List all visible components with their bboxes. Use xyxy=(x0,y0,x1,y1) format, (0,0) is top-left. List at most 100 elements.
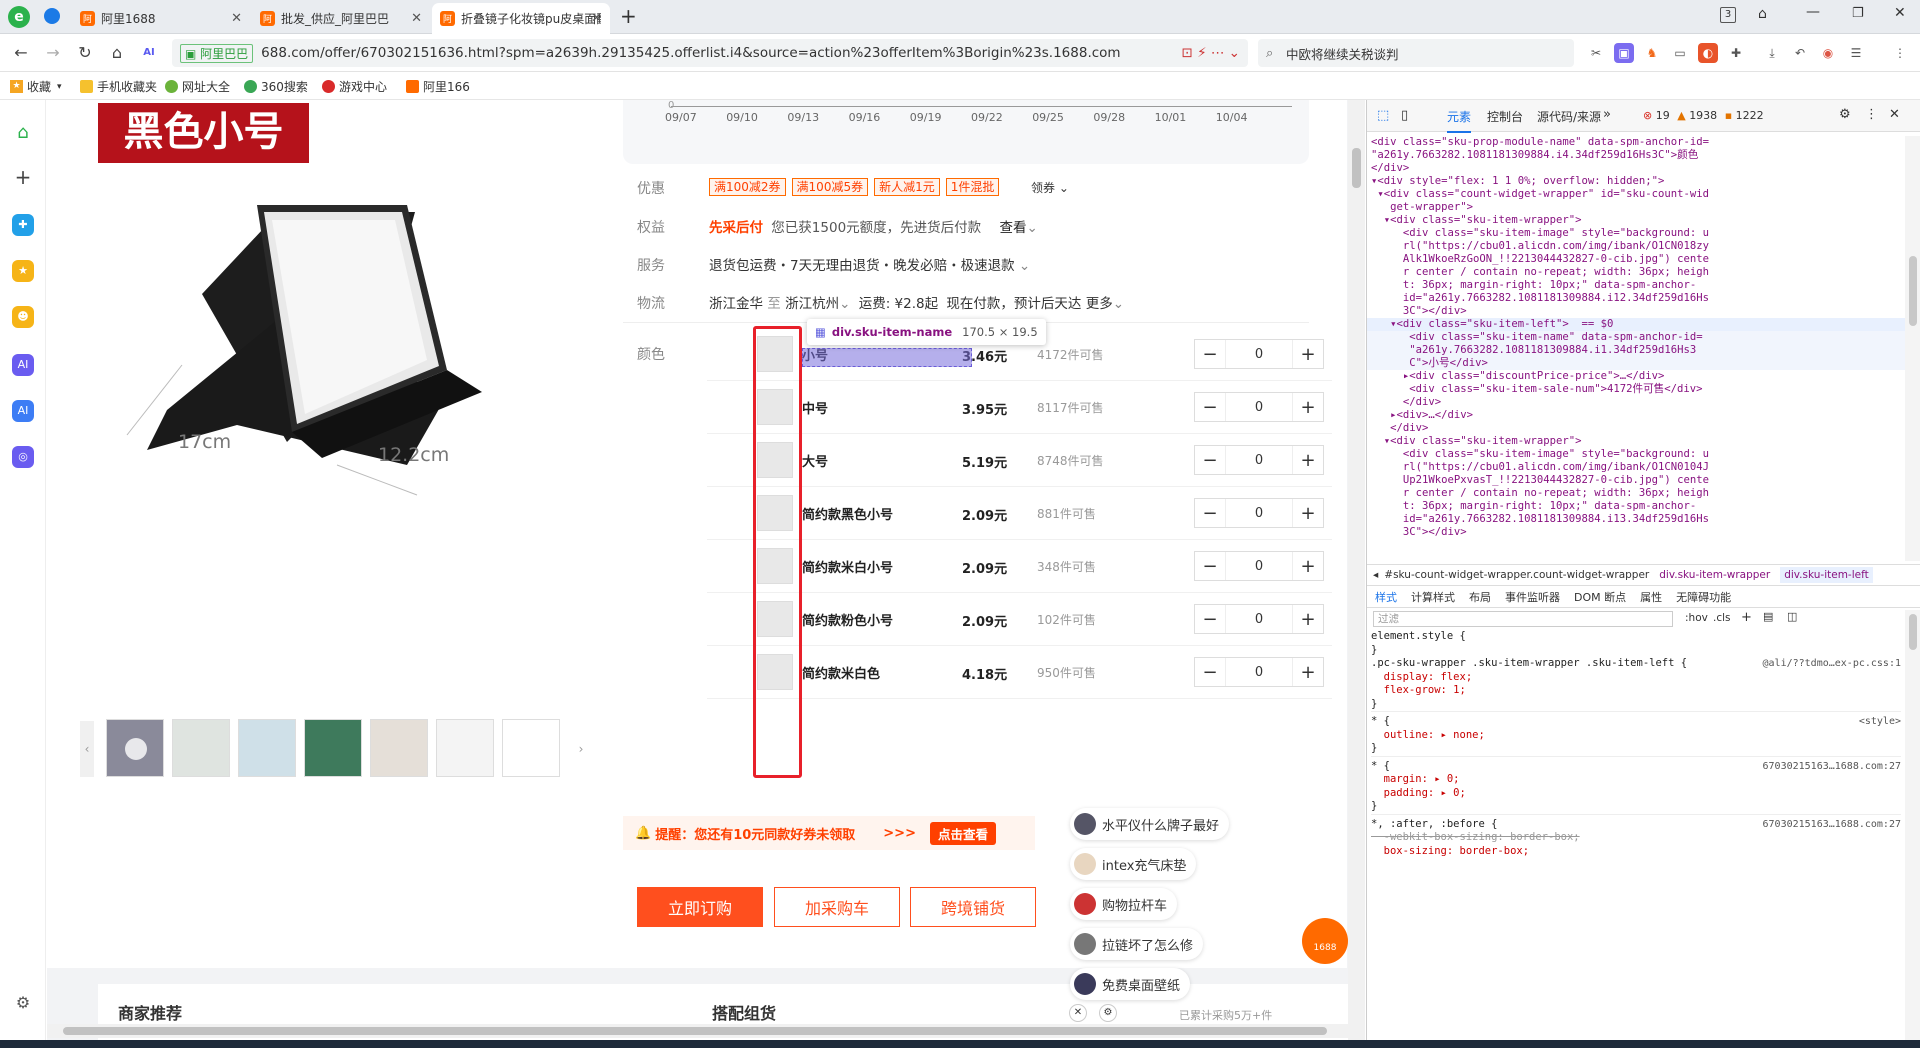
dom-line[interactable]: t: 36px; margin-right: 10px;" data-spm-a… xyxy=(1367,500,1905,513)
dom-line[interactable]: id="a261y.7663282.1081181309884.i12.34df… xyxy=(1367,292,1905,305)
dom-line[interactable]: ▾<div class="sku-item-left"> == $0 xyxy=(1367,318,1905,331)
styles-subtab[interactable]: DOM 断点 xyxy=(1574,589,1626,605)
css-rule-line[interactable]: } xyxy=(1371,644,1901,658)
dom-line[interactable]: "a261y.7663282.1081181309884.i4.34df259d… xyxy=(1367,149,1905,162)
css-rule-line[interactable]: padding: ▸ 0; xyxy=(1371,787,1901,801)
new-tab-button[interactable]: + xyxy=(620,4,637,28)
wuliu-more-link[interactable]: 更多 xyxy=(1086,296,1113,312)
app-icon[interactable]: ✚ xyxy=(12,214,34,236)
css-source-link[interactable]: @ali/??tdmo…ex-pc.css:1 xyxy=(1763,657,1901,671)
increment-button[interactable]: + xyxy=(1293,499,1323,527)
bookmark-item[interactable]: 手机收藏夹 xyxy=(80,78,157,95)
increment-button[interactable]: + xyxy=(1293,446,1323,474)
gear-icon[interactable]: ⚙ xyxy=(1839,107,1851,122)
decrement-button[interactable]: − xyxy=(1195,605,1225,633)
promo-tag[interactable]: 新人减1元 xyxy=(874,178,940,196)
quantity-input[interactable]: 0 xyxy=(1225,499,1293,527)
extension-icon[interactable]: ◐ xyxy=(1698,43,1718,63)
dom-line[interactable]: rl("https://cbu01.alicdn.com/img/ibank/O… xyxy=(1367,240,1905,253)
thumbnail[interactable] xyxy=(502,719,560,777)
thumbnail[interactable] xyxy=(304,719,362,777)
styles-subtab[interactable]: 事件监听器 xyxy=(1505,589,1560,605)
promo-tag[interactable]: 满100减5券 xyxy=(791,178,869,196)
search-input[interactable]: ⌕ 中欧将继续关税谈判 xyxy=(1258,39,1574,67)
decrement-button[interactable]: − xyxy=(1195,446,1225,474)
quantity-input[interactable]: 0 xyxy=(1225,393,1293,421)
css-rule-line[interactable]: * {67030215163…1688.com:27 xyxy=(1371,760,1901,774)
styles-subtab[interactable]: 无障碍功能 xyxy=(1676,589,1731,605)
dom-line[interactable]: 3C"></div> xyxy=(1367,305,1905,318)
dom-line[interactable]: ▾<div class="count-widget-wrapper" id="s… xyxy=(1367,188,1905,201)
tab-sources[interactable]: 源代码/来源 xyxy=(1537,108,1601,125)
bookmark-item[interactable]: 阿里166 xyxy=(406,78,470,95)
bookmark-item[interactable]: 游戏中心 xyxy=(322,78,387,95)
forward-icon[interactable]: → xyxy=(42,42,64,64)
thumbnail[interactable] xyxy=(436,719,494,777)
decrement-button[interactable]: − xyxy=(1195,340,1225,368)
css-rule-line[interactable]: } xyxy=(1371,800,1901,815)
url-bar[interactable]: ▣ 阿里巴巴 688.com/offer/670302151636.html?s… xyxy=(172,39,1248,67)
more-icon[interactable]: ⋮ xyxy=(1890,43,1910,63)
css-source-link[interactable]: <style> xyxy=(1859,715,1901,729)
back-icon[interactable]: ← xyxy=(10,42,32,64)
dom-line[interactable]: </div> xyxy=(1367,422,1905,435)
close-icon[interactable]: ✕ xyxy=(231,11,242,26)
quantity-input[interactable]: 0 xyxy=(1225,552,1293,580)
shirt-icon[interactable]: ⌂ xyxy=(1758,6,1767,22)
dom-line[interactable]: id="a261y.7663282.1081181309884.i13.34df… xyxy=(1367,513,1905,526)
kebab-icon[interactable]: ⋮ xyxy=(1865,107,1878,122)
hov-toggle[interactable]: :hov xyxy=(1685,612,1708,624)
sidebar-toggle-icon[interactable]: ◫ xyxy=(1787,610,1797,623)
css-rule-line[interactable]: * {<style> xyxy=(1371,715,1901,729)
settings-icon[interactable]: ⚙ xyxy=(1099,1004,1117,1022)
suggestion-item[interactable]: 免费桌面壁纸 xyxy=(1070,968,1191,1000)
dom-line[interactable]: 3C"></div> xyxy=(1367,526,1905,539)
increment-button[interactable]: + xyxy=(1293,658,1323,686)
reload-icon[interactable]: ↻ xyxy=(74,42,96,64)
inspect-element-icon[interactable]: ⬚ xyxy=(1377,108,1389,123)
css-rule-line[interactable]: box-sizing: border-box; xyxy=(1371,845,1901,859)
decrement-button[interactable]: − xyxy=(1195,499,1225,527)
reminder-button[interactable]: 点击查看 xyxy=(929,821,996,845)
scrollbar-thumb[interactable] xyxy=(1909,614,1917,650)
dom-line[interactable]: <div class="sku-item-image" style="backg… xyxy=(1367,227,1905,240)
puzzle-icon[interactable]: ✚ xyxy=(1726,43,1746,63)
decrement-button[interactable]: − xyxy=(1195,393,1225,421)
bot-icon[interactable]: ◎ xyxy=(12,446,34,468)
undo-icon[interactable]: ↶ xyxy=(1790,43,1810,63)
product-main-image[interactable] xyxy=(107,170,527,590)
fuwu-row[interactable]: 退货包运费・7天无理由退货・晚发必赔・极速退款 ⌄ xyxy=(709,254,1030,274)
url-text[interactable]: 688.com/offer/670302151636.html?spm=a263… xyxy=(261,45,1120,61)
dom-line[interactable]: t: 36px; margin-right: 10px;" data-spm-a… xyxy=(1367,279,1905,292)
dom-line[interactable]: get-wrapper"> xyxy=(1367,201,1905,214)
dom-line[interactable]: </div> xyxy=(1367,162,1905,175)
dom-line[interactable]: C">小号</div> xyxy=(1367,357,1905,370)
close-icon[interactable]: ✕ xyxy=(591,11,602,26)
dom-line[interactable]: r center / contain no-repeat; width: 36p… xyxy=(1367,487,1905,500)
css-rule-line[interactable]: outline: ▸ none; xyxy=(1371,729,1901,743)
dom-tree[interactable]: <div class="sku-prop-module-name" data-s… xyxy=(1367,136,1905,561)
decrement-button[interactable]: − xyxy=(1195,658,1225,686)
minimize-icon[interactable]: — xyxy=(1806,4,1820,20)
dom-line[interactable]: ▾<div class="sku-item-wrapper"> xyxy=(1367,435,1905,448)
add-icon[interactable]: + xyxy=(12,166,34,188)
alibaba-1688-logo[interactable]: 1688 xyxy=(1302,918,1348,964)
suggestion-item[interactable]: 购物拉杆车 xyxy=(1070,888,1178,920)
error-count[interactable]: ⊗ 19 ▲ 1938 ▪ 1222 xyxy=(1643,109,1764,122)
browser-tab-active[interactable]: 阿 折叠镜子化妆镜pu皮桌面翻盖 ✕ xyxy=(432,3,610,34)
quantity-input[interactable]: 0 xyxy=(1225,340,1293,368)
home-icon[interactable]: ⌂ xyxy=(12,122,34,144)
tab-elements[interactable]: 元素 xyxy=(1447,108,1472,133)
increment-button[interactable]: + xyxy=(1293,393,1323,421)
close-icon[interactable]: ✕ xyxy=(1069,1004,1087,1022)
quantity-input[interactable]: 0 xyxy=(1225,658,1293,686)
quantity-input[interactable]: 0 xyxy=(1225,605,1293,633)
close-icon[interactable]: ✕ xyxy=(411,11,422,26)
dom-line[interactable]: ▸<div class="discountPrice-price">…</div… xyxy=(1367,370,1905,383)
suggestion-item[interactable]: 水平仪什么牌子最好 xyxy=(1070,808,1230,840)
promo-tag[interactable]: 满100减2券 xyxy=(709,178,786,196)
css-rule-line[interactable]: *, :after, :before {67030215163…1688.com… xyxy=(1371,818,1901,832)
dom-line[interactable]: ▾<div style="flex: 1 1 0%; overflow: hid… xyxy=(1367,175,1905,188)
settings-icon[interactable]: ⚙ xyxy=(12,992,34,1014)
dom-line[interactable]: Up21WkoePxvasT_!!2213044432827-0-cib.jpg… xyxy=(1367,474,1905,487)
